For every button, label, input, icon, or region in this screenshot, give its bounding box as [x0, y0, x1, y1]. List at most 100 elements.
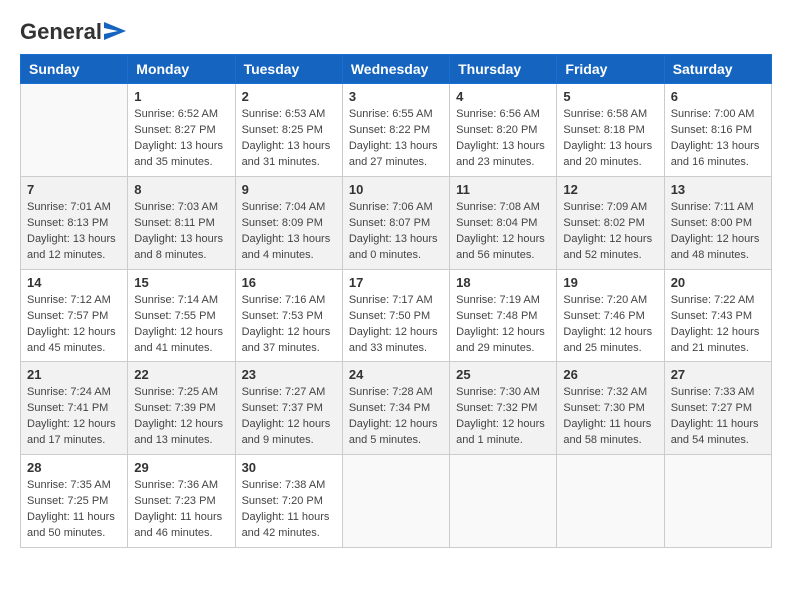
day-info: Sunrise: 7:25 AM Sunset: 7:39 PM Dayligh…: [134, 385, 228, 449]
day-info: Sunrise: 7:00 AM Sunset: 8:16 PM Dayligh…: [671, 107, 765, 171]
day-info: Sunrise: 7:27 AM Sunset: 7:37 PM Dayligh…: [242, 385, 336, 449]
day-number: 26: [563, 367, 657, 382]
day-info: Sunrise: 7:08 AM Sunset: 8:04 PM Dayligh…: [456, 200, 550, 264]
day-number: 23: [242, 367, 336, 382]
day-number: 7: [27, 182, 121, 197]
calendar-cell: 30 Sunrise: 7:38 AM Sunset: 7:20 PM Dayli…: [235, 455, 342, 548]
logo-arrow-icon: [104, 22, 126, 40]
day-info: Sunrise: 7:09 AM Sunset: 8:02 PM Dayligh…: [563, 200, 657, 264]
calendar-cell: [21, 84, 128, 177]
day-number: 4: [456, 89, 550, 104]
day-info: Sunrise: 6:55 AM Sunset: 8:22 PM Dayligh…: [349, 107, 443, 171]
calendar-cell: 10 Sunrise: 7:06 AM Sunset: 8:07 PM Dayli…: [342, 176, 449, 269]
header-thursday: Thursday: [450, 55, 557, 84]
day-number: 14: [27, 275, 121, 290]
day-number: 18: [456, 275, 550, 290]
calendar-cell: 11 Sunrise: 7:08 AM Sunset: 8:04 PM Dayli…: [450, 176, 557, 269]
calendar-cell: 14 Sunrise: 7:12 AM Sunset: 7:57 PM Dayli…: [21, 269, 128, 362]
day-number: 20: [671, 275, 765, 290]
day-info: Sunrise: 7:04 AM Sunset: 8:09 PM Dayligh…: [242, 200, 336, 264]
calendar-cell: 1 Sunrise: 6:52 AM Sunset: 8:27 PM Daylig…: [128, 84, 235, 177]
day-number: 15: [134, 275, 228, 290]
day-info: Sunrise: 7:16 AM Sunset: 7:53 PM Dayligh…: [242, 293, 336, 357]
calendar-week-4: 21Sunrise: 7:24 AM Sunset: 7:41 PM Dayli…: [21, 362, 772, 455]
day-info: Sunrise: 6:52 AM Sunset: 8:27 PM Dayligh…: [134, 107, 228, 171]
calendar-cell: 22 Sunrise: 7:25 AM Sunset: 7:39 PM Dayli…: [128, 362, 235, 455]
calendar-cell: 18 Sunrise: 7:19 AM Sunset: 7:48 PM Dayli…: [450, 269, 557, 362]
day-number: 11: [456, 182, 550, 197]
day-number: 16: [242, 275, 336, 290]
header-saturday: Saturday: [664, 55, 771, 84]
calendar-cell: 29 Sunrise: 7:36 AM Sunset: 7:23 PM Dayli…: [128, 455, 235, 548]
day-info: Sunrise: 7:38 AM Sunset: 7:20 PM Dayligh…: [242, 478, 336, 542]
calendar-cell: 25 Sunrise: 7:30 AM Sunset: 7:32 PM Dayli…: [450, 362, 557, 455]
calendar-header-row: SundayMondayTuesdayWednesdayThursdayFrid…: [21, 55, 772, 84]
day-info: Sunrise: 7:03 AM Sunset: 8:11 PM Dayligh…: [134, 200, 228, 264]
calendar-cell: 24 Sunrise: 7:28 AM Sunset: 7:34 PM Dayli…: [342, 362, 449, 455]
day-info: Sunrise: 7:19 AM Sunset: 7:48 PM Dayligh…: [456, 293, 550, 357]
day-number: 13: [671, 182, 765, 197]
calendar-cell: 26Sunrise: 7:32 AM Sunset: 7:30 PM Dayli…: [557, 362, 664, 455]
calendar-cell: [557, 455, 664, 548]
calendar-week-3: 14 Sunrise: 7:12 AM Sunset: 7:57 PM Dayli…: [21, 269, 772, 362]
day-info: Sunrise: 7:11 AM Sunset: 8:00 PM Dayligh…: [671, 200, 765, 264]
calendar-cell: 12 Sunrise: 7:09 AM Sunset: 8:02 PM Dayli…: [557, 176, 664, 269]
day-info: Sunrise: 7:36 AM Sunset: 7:23 PM Dayligh…: [134, 478, 228, 542]
day-info: Sunrise: 7:17 AM Sunset: 7:50 PM Dayligh…: [349, 293, 443, 357]
calendar-cell: 7Sunrise: 7:01 AM Sunset: 8:13 PM Daylig…: [21, 176, 128, 269]
logo-general: General: [20, 20, 102, 44]
day-info: Sunrise: 7:20 AM Sunset: 7:46 PM Dayligh…: [563, 293, 657, 357]
calendar-cell: 2 Sunrise: 6:53 AM Sunset: 8:25 PM Daylig…: [235, 84, 342, 177]
day-number: 22: [134, 367, 228, 382]
calendar-cell: 17 Sunrise: 7:17 AM Sunset: 7:50 PM Dayli…: [342, 269, 449, 362]
calendar-cell: 3 Sunrise: 6:55 AM Sunset: 8:22 PM Daylig…: [342, 84, 449, 177]
calendar-cell: 28Sunrise: 7:35 AM Sunset: 7:25 PM Dayli…: [21, 455, 128, 548]
calendar-week-2: 7Sunrise: 7:01 AM Sunset: 8:13 PM Daylig…: [21, 176, 772, 269]
logo: General: [20, 20, 126, 44]
day-number: 29: [134, 460, 228, 475]
day-info: Sunrise: 7:12 AM Sunset: 7:57 PM Dayligh…: [27, 293, 121, 357]
day-number: 19: [563, 275, 657, 290]
day-number: 2: [242, 89, 336, 104]
day-number: 12: [563, 182, 657, 197]
calendar-cell: 23 Sunrise: 7:27 AM Sunset: 7:37 PM Dayli…: [235, 362, 342, 455]
calendar-week-1: 1 Sunrise: 6:52 AM Sunset: 8:27 PM Daylig…: [21, 84, 772, 177]
day-info: Sunrise: 7:28 AM Sunset: 7:34 PM Dayligh…: [349, 385, 443, 449]
calendar-cell: 19 Sunrise: 7:20 AM Sunset: 7:46 PM Dayli…: [557, 269, 664, 362]
header-tuesday: Tuesday: [235, 55, 342, 84]
day-number: 25: [456, 367, 550, 382]
header-wednesday: Wednesday: [342, 55, 449, 84]
calendar-cell: [450, 455, 557, 548]
calendar-cell: [664, 455, 771, 548]
day-number: 10: [349, 182, 443, 197]
day-number: 28: [27, 460, 121, 475]
calendar-cell: 20Sunrise: 7:22 AM Sunset: 7:43 PM Dayli…: [664, 269, 771, 362]
calendar-cell: [342, 455, 449, 548]
calendar-cell: 16 Sunrise: 7:16 AM Sunset: 7:53 PM Dayli…: [235, 269, 342, 362]
calendar-cell: 13 Sunrise: 7:11 AM Sunset: 8:00 PM Dayli…: [664, 176, 771, 269]
calendar-cell: 9 Sunrise: 7:04 AM Sunset: 8:09 PM Daylig…: [235, 176, 342, 269]
day-number: 9: [242, 182, 336, 197]
day-info: Sunrise: 7:30 AM Sunset: 7:32 PM Dayligh…: [456, 385, 550, 449]
header-monday: Monday: [128, 55, 235, 84]
day-number: 1: [134, 89, 228, 104]
day-info: Sunrise: 6:56 AM Sunset: 8:20 PM Dayligh…: [456, 107, 550, 171]
calendar: SundayMondayTuesdayWednesdayThursdayFrid…: [20, 54, 772, 548]
day-info: Sunrise: 7:06 AM Sunset: 8:07 PM Dayligh…: [349, 200, 443, 264]
day-number: 6: [671, 89, 765, 104]
day-number: 30: [242, 460, 336, 475]
calendar-cell: 15 Sunrise: 7:14 AM Sunset: 7:55 PM Dayli…: [128, 269, 235, 362]
calendar-cell: 8Sunrise: 7:03 AM Sunset: 8:11 PM Daylig…: [128, 176, 235, 269]
day-info: Sunrise: 6:53 AM Sunset: 8:25 PM Dayligh…: [242, 107, 336, 171]
header: General: [20, 20, 772, 44]
day-number: 3: [349, 89, 443, 104]
day-number: 27: [671, 367, 765, 382]
calendar-cell: 6 Sunrise: 7:00 AM Sunset: 8:16 PM Daylig…: [664, 84, 771, 177]
day-number: 24: [349, 367, 443, 382]
day-info: Sunrise: 7:14 AM Sunset: 7:55 PM Dayligh…: [134, 293, 228, 357]
calendar-cell: 4 Sunrise: 6:56 AM Sunset: 8:20 PM Daylig…: [450, 84, 557, 177]
day-number: 5: [563, 89, 657, 104]
day-info: Sunrise: 7:24 AM Sunset: 7:41 PM Dayligh…: [27, 385, 121, 449]
day-number: 17: [349, 275, 443, 290]
day-info: Sunrise: 7:33 AM Sunset: 7:27 PM Dayligh…: [671, 385, 765, 449]
